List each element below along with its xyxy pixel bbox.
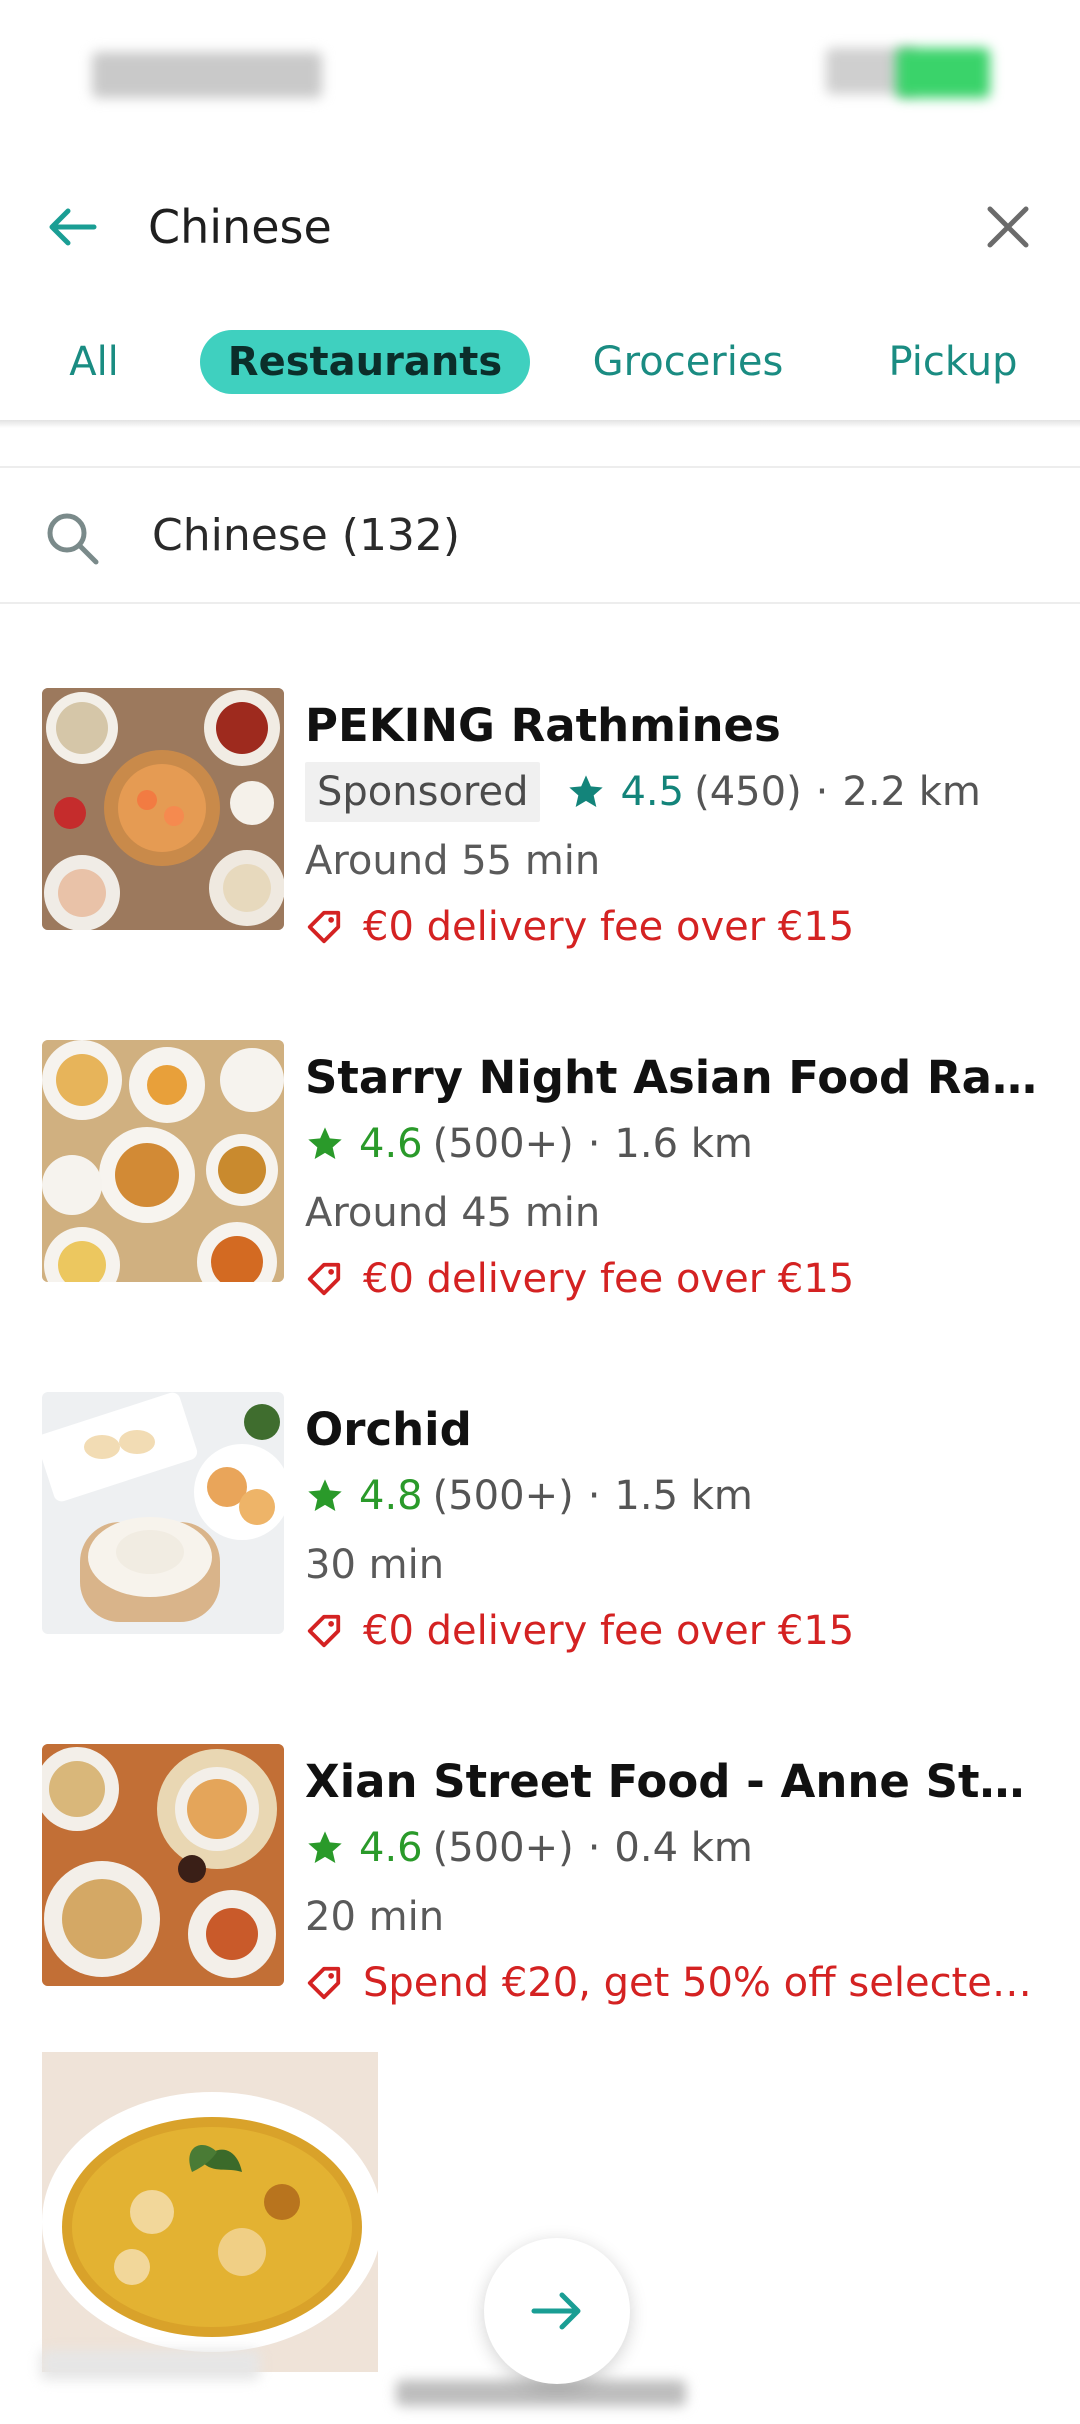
restaurant-name: PEKING Rathmines	[305, 699, 781, 752]
tag-icon	[307, 1966, 341, 2000]
promo-text: €0 delivery fee over €15	[363, 1256, 855, 1302]
distance: 1.6 km	[614, 1121, 753, 1167]
star-icon	[569, 775, 604, 807]
sponsored-badge: Sponsored	[305, 762, 541, 822]
close-icon	[987, 206, 1029, 248]
restaurant-image	[42, 688, 284, 930]
divider	[0, 466, 1080, 468]
header-shadow	[0, 420, 1080, 428]
review-count: (500+)	[432, 1121, 574, 1167]
restaurant-name: Xian Street Food - Anne Street	[305, 1755, 1045, 1808]
status-bar	[0, 0, 1080, 150]
star-icon	[308, 1479, 342, 1511]
restaurant-image-partial[interactable]	[42, 2052, 378, 2372]
arrow-left-icon	[49, 208, 97, 246]
category-suggestion[interactable]: Chinese (132)	[0, 470, 1080, 600]
restaurant-meta: 4.8 (500+) · 1.5 km	[305, 1466, 753, 1526]
separator-dot: ·	[815, 769, 829, 815]
distance: 0.4 km	[614, 1825, 753, 1871]
promo-offer: €0 delivery fee over €15	[305, 1604, 1045, 1658]
delivery-eta: Around 55 min	[305, 838, 601, 884]
restaurant-card[interactable]: Starry Night Asian Food Ranela... 4.6 (5…	[0, 1040, 1080, 1340]
delivery-eta: 30 min	[305, 1542, 445, 1588]
promo-offer: €0 delivery fee over €15	[305, 1252, 1045, 1306]
rating-value: 4.8	[359, 1473, 423, 1519]
arrow-right-icon	[531, 2292, 581, 2330]
tag-icon	[307, 1614, 341, 1648]
search-icon	[47, 513, 99, 565]
star-icon	[308, 1127, 342, 1159]
blurred-text	[40, 2350, 260, 2380]
scroll-next-button[interactable]	[484, 2238, 630, 2384]
rating-value: 4.5	[620, 769, 685, 815]
promo-offer: €0 delivery fee over €15	[305, 900, 1045, 954]
blurred-text	[396, 2380, 686, 2406]
tab-all[interactable]: All	[56, 330, 132, 394]
restaurant-meta: 4.6 (500+) · 1.6 km	[305, 1114, 753, 1174]
distance: 2.2 km	[842, 769, 981, 815]
delivery-eta: 20 min	[305, 1894, 445, 1940]
restaurant-image	[42, 1744, 284, 1986]
category-suggestion-label: Chinese (132)	[152, 510, 461, 561]
restaurant-meta: Sponsored 4.5 (450) · 2.2 km	[305, 762, 981, 822]
separator-dot: ·	[587, 1473, 601, 1519]
review-count: (500+)	[432, 1825, 574, 1871]
tag-icon	[307, 1262, 341, 1296]
restaurant-image	[42, 1392, 284, 1634]
clear-search-button[interactable]	[976, 195, 1040, 259]
restaurant-card[interactable]: Xian Street Food - Anne Street 4.6 (500+…	[0, 1744, 1080, 2044]
delivery-eta: Around 45 min	[305, 1190, 601, 1236]
tab-restaurants[interactable]: Restaurants	[200, 330, 530, 394]
back-button[interactable]	[40, 195, 104, 259]
promo-text: Spend €20, get 50% off selected...	[363, 1960, 1045, 2006]
divider	[0, 602, 1080, 604]
review-count: (500+)	[432, 1473, 574, 1519]
restaurant-name: Orchid	[305, 1403, 472, 1456]
restaurant-name: Starry Night Asian Food Ranela...	[305, 1051, 1045, 1104]
promo-text: €0 delivery fee over €15	[363, 904, 855, 950]
restaurant-meta: 4.6 (500+) · 0.4 km	[305, 1818, 753, 1878]
status-time	[92, 52, 322, 98]
rating-value: 4.6	[359, 1121, 423, 1167]
separator-dot: ·	[587, 1825, 601, 1871]
search-input[interactable]: Chinese	[148, 195, 332, 259]
star-icon	[308, 1831, 342, 1863]
distance: 1.5 km	[614, 1473, 753, 1519]
search-header: Chinese	[0, 175, 1080, 275]
filter-tabs: All Restaurants Groceries Pickup	[0, 318, 1080, 408]
tag-icon	[307, 910, 341, 944]
rating-value: 4.6	[359, 1825, 423, 1871]
review-count: (450)	[694, 769, 802, 815]
tab-pickup[interactable]: Pickup	[876, 330, 1030, 394]
promo-text: €0 delivery fee over €15	[363, 1608, 855, 1654]
promo-offer: Spend €20, get 50% off selected...	[305, 1956, 1045, 2010]
separator-dot: ·	[587, 1121, 601, 1167]
restaurant-card[interactable]: Orchid 4.8 (500+) · 1.5 km 30 min €0 del…	[0, 1392, 1080, 1692]
tab-groceries[interactable]: Groceries	[582, 330, 794, 394]
restaurant-image	[42, 1040, 284, 1282]
restaurant-card[interactable]: PEKING Rathmines Sponsored 4.5 (450) · 2…	[0, 688, 1080, 988]
battery-icon	[896, 48, 990, 98]
